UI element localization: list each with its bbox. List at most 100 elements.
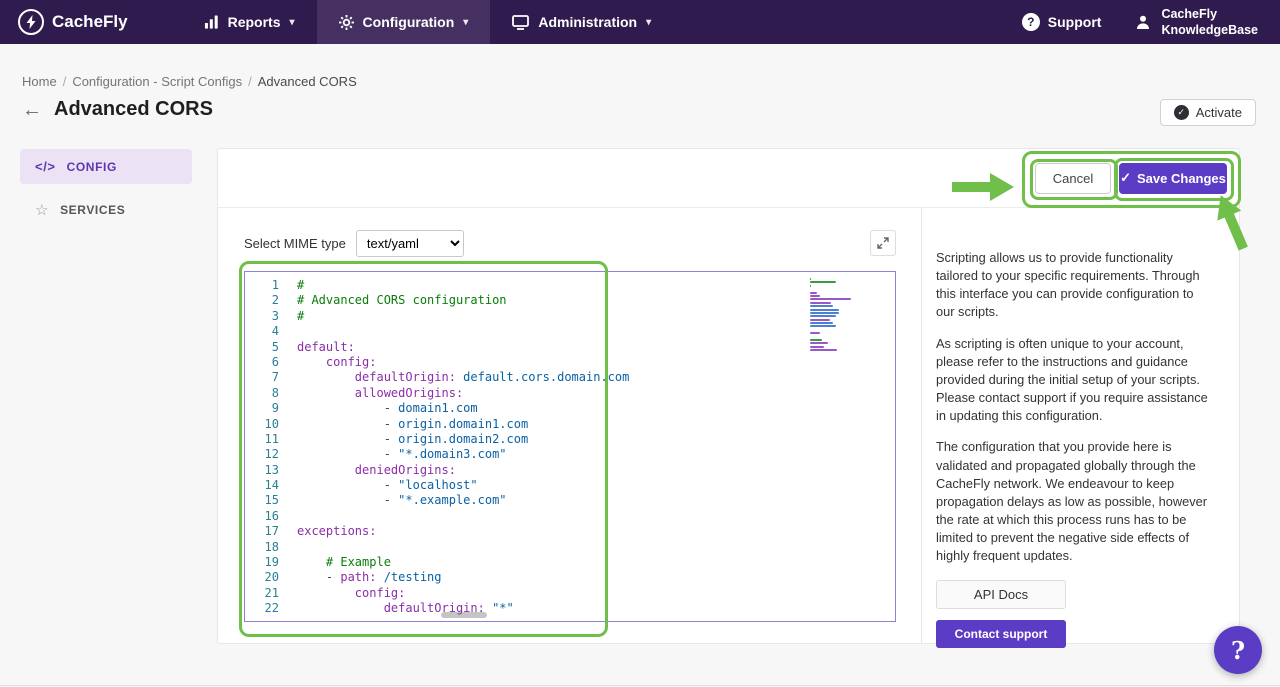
navbar-right: ? Support CacheFly KnowledgeBase: [1002, 0, 1280, 44]
check-circle-icon: ✓: [1174, 105, 1189, 120]
panel-toolbar: Cancel ✓ Save Changes: [218, 149, 1239, 208]
chevron-down-icon: ▾: [646, 17, 651, 28]
gear-icon: [339, 15, 354, 30]
page-title-row: ← Advanced CORS: [22, 98, 213, 121]
chevron-down-icon: ▾: [290, 17, 295, 28]
account-menu[interactable]: CacheFly KnowledgeBase: [1121, 0, 1280, 44]
code-line[interactable]: 1#: [245, 278, 895, 293]
nav-item-label: Administration: [538, 14, 637, 30]
account-line2: KnowledgeBase: [1161, 22, 1258, 38]
code-lines: 1#2# Advanced CORS configuration3#45defa…: [245, 272, 895, 617]
expand-icon: [877, 237, 889, 249]
sidebar: </> CONFIG ☆ SERVICES: [20, 149, 192, 236]
line-number: 8: [245, 386, 279, 401]
info-paragraph: Scripting allows us to provide functiona…: [936, 249, 1208, 322]
code-line[interactable]: 19 # Example: [245, 555, 895, 570]
line-number: 15: [245, 493, 279, 508]
code-line[interactable]: 10 - origin.domain1.com: [245, 417, 895, 432]
check-icon: ✓: [1120, 170, 1131, 186]
code-icon: </>: [35, 159, 56, 174]
code-line[interactable]: 15 - "*.example.com": [245, 493, 895, 508]
nav-item-label: Reports: [228, 14, 281, 30]
api-docs-button[interactable]: API Docs: [936, 580, 1066, 609]
cancel-button[interactable]: Cancel: [1035, 163, 1111, 194]
user-icon: [1135, 14, 1151, 30]
code-line[interactable]: 11 - origin.domain2.com: [245, 432, 895, 447]
line-number: 21: [245, 586, 279, 601]
nav-item-reports[interactable]: Reports ▾: [182, 0, 317, 44]
line-number: 19: [245, 555, 279, 570]
help-fab-button[interactable]: ?: [1214, 626, 1262, 674]
question-icon: ?: [1022, 13, 1040, 31]
line-number: 6: [245, 355, 279, 370]
line-number: 7: [245, 370, 279, 385]
line-number: 20: [245, 570, 279, 585]
line-number: 13: [245, 463, 279, 478]
code-line[interactable]: 12 - "*.domain3.com": [245, 447, 895, 462]
editor-column: Select MIME type text/yaml 1#2# Advanced…: [244, 208, 896, 622]
code-line[interactable]: 9 - domain1.com: [245, 401, 895, 416]
code-line[interactable]: 4: [245, 324, 895, 339]
footer-divider: [0, 685, 1280, 686]
back-arrow-icon[interactable]: ←: [22, 100, 42, 120]
panel-body: Select MIME type text/yaml 1#2# Advanced…: [218, 208, 1239, 643]
code-line[interactable]: 20 - path: /testing: [245, 570, 895, 585]
line-number: 12: [245, 447, 279, 462]
line-number: 1: [245, 278, 279, 293]
activate-label: Activate: [1196, 105, 1242, 120]
code-line[interactable]: 2# Advanced CORS configuration: [245, 293, 895, 308]
line-number: 22: [245, 601, 279, 616]
brand-name: CacheFly: [52, 12, 128, 32]
code-line[interactable]: 3#: [245, 309, 895, 324]
sidebar-item-config[interactable]: </> CONFIG: [20, 149, 192, 184]
activate-button[interactable]: ✓ Activate: [1160, 99, 1256, 126]
code-line[interactable]: 5default:: [245, 340, 895, 355]
line-number: 10: [245, 417, 279, 432]
info-paragraphs: Scripting allows us to provide functiona…: [936, 249, 1208, 566]
code-line[interactable]: 17exceptions:: [245, 524, 895, 539]
support-label: Support: [1048, 14, 1102, 30]
line-number: 3: [245, 309, 279, 324]
code-line[interactable]: 22 defaultOrigin: "*": [245, 601, 895, 616]
save-changes-button[interactable]: ✓ Save Changes: [1119, 163, 1227, 194]
account-line1: CacheFly: [1161, 6, 1258, 22]
line-number: 2: [245, 293, 279, 308]
expand-editor-button[interactable]: [870, 230, 896, 256]
bar-chart-icon: [204, 15, 219, 29]
line-number: 14: [245, 478, 279, 493]
code-line[interactable]: 21 config:: [245, 586, 895, 601]
code-line[interactable]: 6 config:: [245, 355, 895, 370]
monitor-icon: [512, 15, 529, 30]
info-paragraph: The configuration that you provide here …: [936, 438, 1208, 565]
code-line[interactable]: 18: [245, 540, 895, 555]
contact-support-button[interactable]: Contact support: [936, 620, 1066, 648]
mime-type-label: Select MIME type: [244, 236, 346, 251]
mime-type-row: Select MIME type text/yaml: [244, 230, 896, 257]
sidebar-item-services[interactable]: ☆ SERVICES: [20, 191, 192, 229]
breadcrumb-separator: /: [248, 74, 252, 89]
code-line[interactable]: 14 - "localhost": [245, 478, 895, 493]
editor-hscrollbar[interactable]: [441, 612, 487, 618]
code-line[interactable]: 8 allowedOrigins:: [245, 386, 895, 401]
nav-item-administration[interactable]: Administration ▾: [490, 0, 673, 44]
line-number: 17: [245, 524, 279, 539]
nav-item-support[interactable]: ? Support: [1002, 0, 1122, 44]
code-editor[interactable]: 1#2# Advanced CORS configuration3#45defa…: [244, 271, 896, 622]
info-paragraph: As scripting is often unique to your acc…: [936, 335, 1208, 426]
breadcrumb-item[interactable]: Configuration - Script Configs: [72, 74, 242, 89]
brand-logo[interactable]: CacheFly: [0, 0, 146, 44]
code-line[interactable]: 7 defaultOrigin: default.cors.domain.com: [245, 370, 895, 385]
code-line[interactable]: 16: [245, 509, 895, 524]
vertical-divider: [921, 208, 922, 643]
line-number: 9: [245, 401, 279, 416]
sidebar-item-label: CONFIG: [67, 160, 117, 174]
mime-type-select[interactable]: text/yaml: [356, 230, 464, 257]
code-line[interactable]: 13 deniedOrigins:: [245, 463, 895, 478]
line-number: 11: [245, 432, 279, 447]
star-icon: ☆: [35, 201, 49, 219]
nav-item-configuration[interactable]: Configuration ▾: [317, 0, 491, 44]
cachefly-logo-icon: [18, 9, 44, 35]
account-name: CacheFly KnowledgeBase: [1161, 6, 1258, 39]
line-number: 18: [245, 540, 279, 555]
breadcrumb-item[interactable]: Home: [22, 74, 57, 89]
